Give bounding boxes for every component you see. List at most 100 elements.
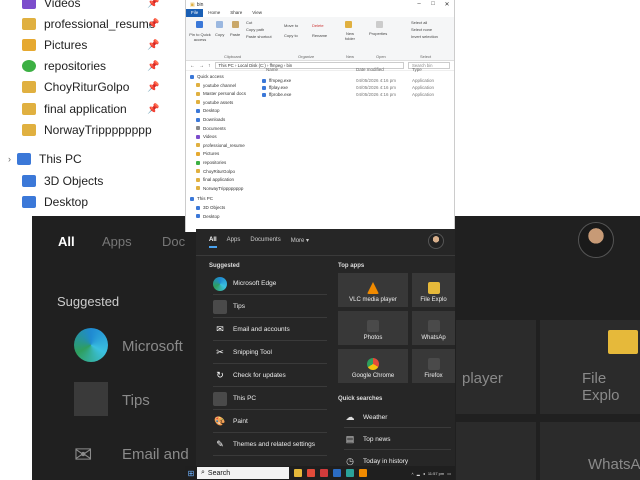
- forward-arrow-icon[interactable]: →: [199, 63, 204, 69]
- new-folder-icon[interactable]: [345, 21, 352, 28]
- column-name[interactable]: Name: [266, 67, 278, 72]
- pin-icon: 📌: [147, 81, 160, 93]
- file-row[interactable]: ffprobe.exe: [262, 92, 291, 97]
- nav-item[interactable]: final application: [196, 177, 234, 182]
- top-app-tile[interactable]: VLC media player: [338, 273, 408, 307]
- nav-item[interactable]: NorwayTripppppppp: [196, 186, 243, 191]
- paste-shortcut-button[interactable]: Paste shortcut: [246, 34, 272, 39]
- tab-apps[interactable]: Apps: [227, 237, 241, 248]
- refresh-icon: ↻: [216, 370, 224, 380]
- suggested-item[interactable]: Microsoft Edge: [213, 273, 327, 295]
- nav-item[interactable]: professional_resume: [196, 143, 245, 148]
- folder-icon: [22, 103, 36, 115]
- suggested-item[interactable]: Tips: [213, 296, 327, 318]
- tab-file[interactable]: File: [186, 9, 204, 17]
- chevron-up-icon[interactable]: ˄: [411, 471, 413, 476]
- cut-button[interactable]: Cut: [246, 20, 252, 25]
- column-type[interactable]: Type: [412, 67, 422, 72]
- notifications-icon[interactable]: ▭: [447, 471, 451, 476]
- select-none-button[interactable]: Select none: [411, 27, 432, 32]
- up-arrow-icon[interactable]: ↑: [208, 63, 211, 69]
- file-explorer-icon[interactable]: [294, 469, 302, 477]
- chrome-icon[interactable]: [307, 469, 315, 477]
- quick-searches-title: Quick searches: [338, 396, 383, 402]
- paste-button[interactable]: Paste: [230, 32, 240, 37]
- top-app-tile[interactable]: Google Chrome: [338, 349, 408, 383]
- paste-icon[interactable]: [232, 21, 239, 28]
- folder-icon: [196, 169, 200, 174]
- windows-start-icon[interactable]: ⊞: [185, 466, 197, 480]
- clock-text[interactable]: 11:57 pm: [428, 471, 444, 476]
- rename-button[interactable]: Rename: [312, 33, 327, 38]
- top-app-tile[interactable]: WhatsAp: [412, 311, 455, 345]
- tab-home[interactable]: Home: [203, 9, 225, 17]
- select-all-button[interactable]: Select all: [411, 20, 427, 25]
- tab-documents[interactable]: Documents: [250, 237, 280, 248]
- file-row[interactable]: ffplay.exe: [262, 85, 288, 90]
- suggested-item[interactable]: ✂ Snipping Tool: [213, 342, 327, 364]
- tab-share[interactable]: Share: [225, 9, 247, 17]
- pin-icon: 📌: [147, 18, 160, 30]
- app-icon-blue[interactable]: [333, 469, 341, 477]
- delete-button[interactable]: Delete: [312, 23, 324, 28]
- nav-item[interactable]: Desktop: [196, 108, 220, 113]
- properties-icon[interactable]: [376, 21, 383, 28]
- tips-icon: [74, 382, 108, 416]
- pin-icon[interactable]: [196, 21, 203, 28]
- app-icon-teal[interactable]: [346, 469, 354, 477]
- tab-all[interactable]: All: [209, 237, 217, 248]
- bg-suggested-title: Suggested: [57, 294, 120, 309]
- nav-item[interactable]: repositories: [196, 160, 226, 165]
- nav-item[interactable]: youtube channel: [196, 83, 236, 88]
- top-app-tile[interactable]: Photos: [338, 311, 408, 345]
- invert-selection-button[interactable]: Invert selection: [411, 34, 438, 39]
- new-folder-button[interactable]: New folder: [342, 31, 358, 41]
- taskbar-search-box[interactable]: ⌕ Search: [197, 467, 289, 479]
- bg-item-norway: NorwayTripppppppp: [22, 123, 152, 137]
- close-icon[interactable]: ✕: [440, 1, 454, 8]
- suggested-item[interactable]: ✎ Themes and related settings: [213, 434, 327, 456]
- file-explorer-icon: [427, 282, 440, 294]
- copy-icon[interactable]: [216, 21, 223, 28]
- tab-more[interactable]: More ▾: [291, 237, 309, 248]
- copy-path-button[interactable]: Copy path: [246, 27, 264, 32]
- nav-item[interactable]: ChoyRiturGolpo: [196, 169, 235, 174]
- nav-item[interactable]: Desktop: [196, 214, 220, 219]
- ribbon-tabs: File Home Share View: [186, 9, 454, 17]
- nav-item[interactable]: This PC: [190, 196, 213, 201]
- nav-item[interactable]: Quick access: [190, 74, 224, 79]
- copy-to-button[interactable]: Copy to: [284, 33, 298, 38]
- suggested-item[interactable]: ↻ Check for updates: [213, 365, 327, 387]
- column-date[interactable]: Date modified: [356, 67, 384, 72]
- copy-button[interactable]: Copy: [215, 32, 224, 37]
- file-row[interactable]: ffmpeg.exe: [262, 78, 291, 83]
- nav-item[interactable]: Documents: [196, 126, 226, 131]
- tab-view[interactable]: View: [247, 9, 267, 17]
- pin-quick-access-button[interactable]: Pin to Quick access: [188, 32, 212, 42]
- properties-button[interactable]: Properties: [369, 31, 387, 36]
- nav-item[interactable]: Pictures: [196, 151, 219, 156]
- suggested-item[interactable]: ✉ Email and accounts: [213, 319, 327, 341]
- avatar[interactable]: [428, 233, 444, 249]
- maximize-icon[interactable]: □: [426, 1, 440, 8]
- quick-search-item[interactable]: ▤ Top news: [344, 430, 451, 450]
- top-app-tile[interactable]: Firefox: [412, 349, 455, 383]
- vlc-icon[interactable]: [359, 469, 367, 477]
- divider: [196, 255, 455, 256]
- quick-search-item[interactable]: ☁ Weather: [344, 408, 451, 428]
- nav-item[interactable]: Master personal docs: [196, 91, 246, 96]
- minimize-icon[interactable]: –: [412, 1, 426, 8]
- bg-item-desktop: Desktop: [22, 195, 88, 209]
- network-icon[interactable]: ▂: [417, 471, 420, 476]
- nav-item[interactable]: youtube assets: [196, 100, 233, 105]
- move-to-button[interactable]: Move to: [284, 23, 298, 28]
- suggested-item[interactable]: 🎨 Paint: [213, 411, 327, 433]
- suggested-item[interactable]: This PC: [213, 388, 327, 410]
- nav-item[interactable]: 3D Objects: [196, 205, 225, 210]
- nav-item[interactable]: Downloads: [196, 117, 225, 122]
- top-app-tile[interactable]: File Explo: [412, 273, 455, 307]
- volume-icon[interactable]: ◂: [423, 471, 425, 476]
- nav-item[interactable]: Videos: [196, 134, 217, 139]
- back-arrow-icon[interactable]: ←: [190, 63, 195, 69]
- app-icon-red[interactable]: [320, 469, 328, 477]
